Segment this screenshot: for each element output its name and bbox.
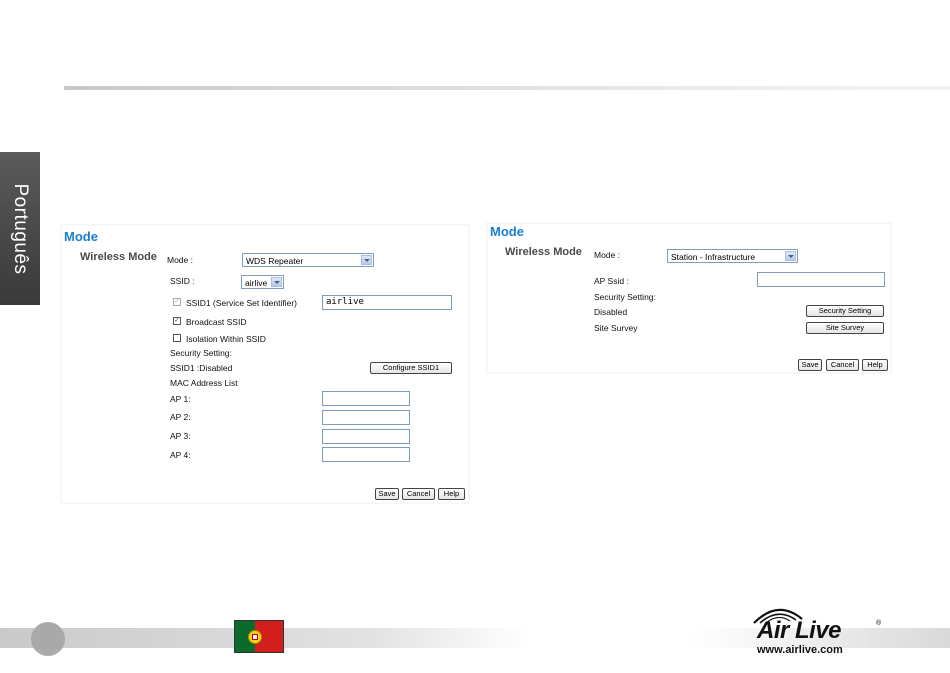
left-ssid-select[interactable]: airlive xyxy=(241,275,284,289)
left-help-button[interactable]: Help xyxy=(438,488,465,500)
ssid1-label: SSID1 (Service Set Identifier) xyxy=(186,298,298,308)
right-mode-label: Mode : xyxy=(594,250,620,260)
left-mode-select-value: WDS Repeater xyxy=(246,256,304,266)
isolation-checkbox[interactable] xyxy=(173,334,181,342)
portugal-flag-icon xyxy=(234,620,284,653)
flag-emblem xyxy=(248,630,262,644)
right-security-label: Security Setting: xyxy=(594,292,656,302)
broadcast-ssid-checkbox[interactable]: ✓ xyxy=(173,317,181,325)
site-survey-button[interactable]: Site Survey xyxy=(806,322,884,334)
ap-ssid-input[interactable] xyxy=(757,272,885,287)
language-label: Português xyxy=(10,182,31,275)
right-mode-select-value: Station - Infrastructure xyxy=(671,252,756,262)
ssid1-input[interactable]: airlive xyxy=(322,295,452,310)
airlive-logo: Air Live xyxy=(757,617,842,644)
language-tab: Português xyxy=(0,152,40,305)
ap1-label: AP 1: xyxy=(170,394,191,404)
configure-ssid1-button[interactable]: Configure SSID1 xyxy=(370,362,452,374)
security-setting-button[interactable]: Security Setting xyxy=(806,305,884,317)
right-security-status: Disabled xyxy=(594,307,628,317)
left-wireless-mode-label: Wireless Mode xyxy=(80,251,157,263)
ap2-input[interactable] xyxy=(322,410,410,425)
broadcast-ssid-label: Broadcast SSID xyxy=(186,317,247,327)
mac-address-list-label: MAC Address List xyxy=(170,378,238,388)
left-security-label: Security Setting: xyxy=(170,348,232,358)
left-ssid-label: SSID : xyxy=(170,276,195,286)
right-save-button[interactable]: Save xyxy=(798,359,822,371)
ssid1-checkbox[interactable]: ✓ xyxy=(173,298,181,306)
left-cancel-button[interactable]: Cancel xyxy=(402,488,435,500)
isolation-label: Isolation Within SSID xyxy=(186,334,266,344)
chevron-down-icon xyxy=(271,277,282,287)
footer-url: www.airlive.com xyxy=(757,644,843,656)
ap3-label: AP 3: xyxy=(170,431,191,441)
right-mode-select[interactable]: Station - Infrastructure xyxy=(667,249,798,263)
page-number-circle xyxy=(31,622,65,656)
left-mode-label: Mode : xyxy=(167,255,193,265)
ssid1-status: SSID1 :Disabled xyxy=(170,363,233,373)
ap4-input[interactable] xyxy=(322,447,410,462)
registered-mark: ® xyxy=(876,620,882,627)
site-survey-label: Site Survey xyxy=(594,323,638,333)
left-mode-title: Mode xyxy=(64,229,98,244)
ap4-label: AP 4: xyxy=(170,450,191,460)
ap1-input[interactable] xyxy=(322,391,410,406)
right-cancel-button[interactable]: Cancel xyxy=(826,359,859,371)
ap3-input[interactable] xyxy=(322,429,410,444)
left-ssid-select-value: airlive xyxy=(245,278,268,288)
right-help-button[interactable]: Help xyxy=(862,359,888,371)
right-wireless-mode-label: Wireless Mode xyxy=(505,246,582,258)
ap-ssid-label: AP Ssid : xyxy=(594,276,629,286)
ap2-label: AP 2: xyxy=(170,412,191,422)
header-rule xyxy=(64,86,950,90)
right-mode-title: Mode xyxy=(490,224,524,239)
chevron-down-icon xyxy=(785,251,796,261)
left-mode-select[interactable]: WDS Repeater xyxy=(242,253,374,267)
chevron-down-icon xyxy=(361,255,372,265)
left-save-button[interactable]: Save xyxy=(375,488,399,500)
